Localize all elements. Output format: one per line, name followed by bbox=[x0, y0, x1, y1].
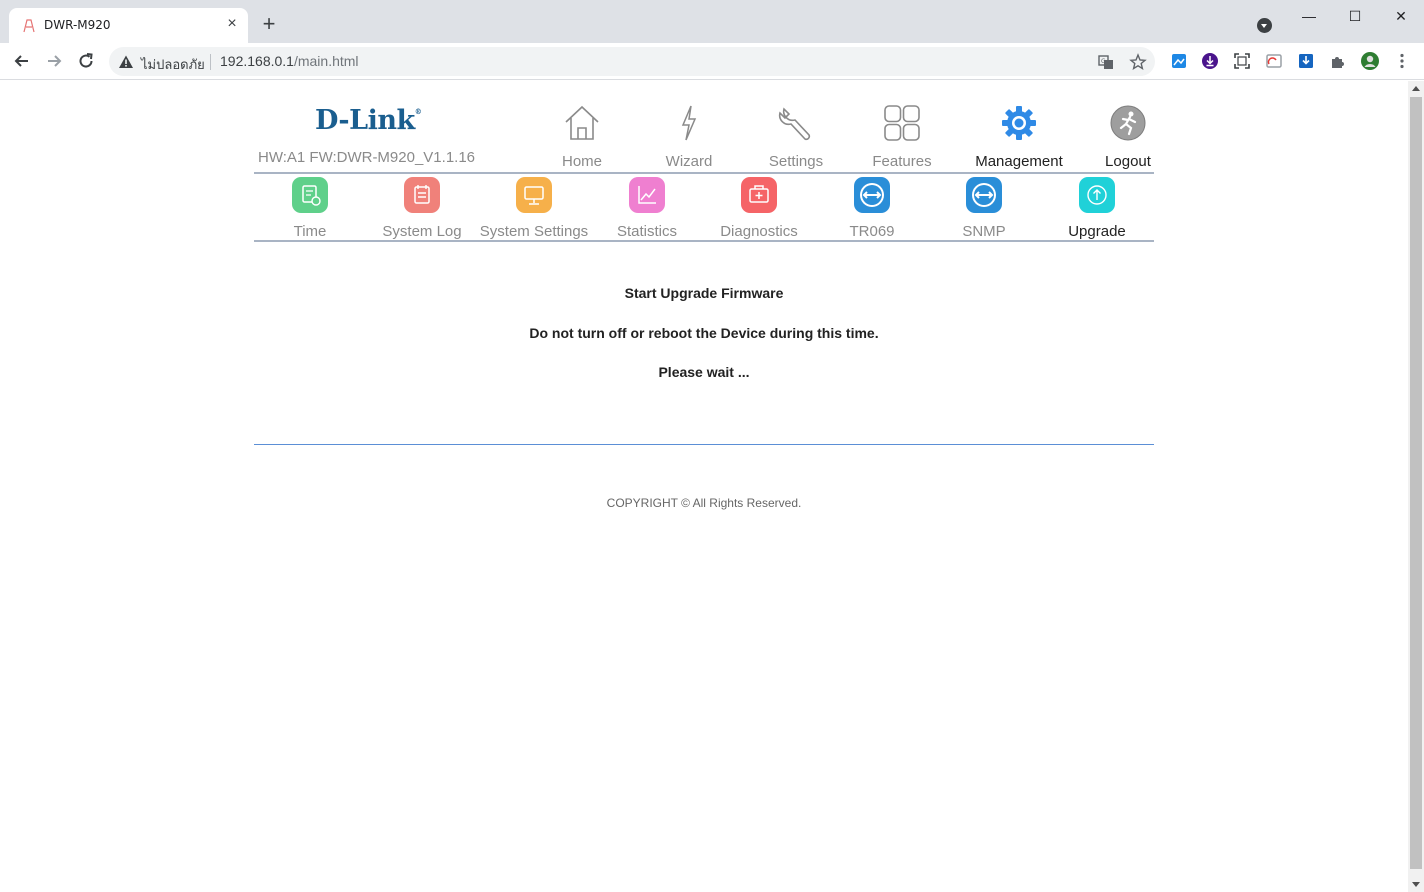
wrench-icon bbox=[778, 107, 811, 141]
top-nav-divider bbox=[254, 172, 1154, 174]
address-bar[interactable]: ไม่ปลอดภัย 192.168.0.1/main.html G bbox=[109, 47, 1155, 76]
subnav-label: SNMP bbox=[962, 223, 1006, 240]
nav-label: Logout bbox=[1105, 153, 1151, 170]
extension-download-icon[interactable] bbox=[1200, 51, 1220, 71]
subnav-time[interactable]: Time bbox=[250, 177, 370, 240]
window-close-button[interactable]: ✕ bbox=[1379, 4, 1423, 28]
bookmark-star-icon[interactable] bbox=[1129, 53, 1147, 71]
nav-label: Wizard bbox=[665, 153, 713, 170]
tab-close-icon[interactable]: × bbox=[224, 16, 240, 32]
subnav-label: Diagnostics bbox=[720, 223, 798, 240]
subnav-tr069[interactable]: TR069 bbox=[812, 177, 932, 240]
nav-label: Settings bbox=[768, 153, 824, 170]
url-path: /main.html bbox=[293, 53, 359, 69]
upgrade-wait-text: Please wait ... bbox=[658, 364, 750, 380]
page-scrollbar[interactable] bbox=[1408, 81, 1424, 892]
grid-icon bbox=[884, 105, 920, 141]
url-host: 192.168.0.1 bbox=[220, 53, 294, 69]
extension-image-icon[interactable] bbox=[1169, 51, 1189, 71]
logout-icon bbox=[1110, 105, 1146, 141]
nav-label: Features bbox=[872, 153, 932, 170]
browser-tab-strip: DWR-M920 × + — ☐ ✕ bbox=[0, 0, 1424, 43]
subnav-label: System Log bbox=[382, 223, 462, 240]
scroll-up-arrow-icon[interactable] bbox=[1412, 86, 1420, 91]
system-log-icon bbox=[404, 177, 440, 213]
nav-management[interactable]: Management bbox=[969, 103, 1069, 170]
subnav-system-settings[interactable]: System Settings bbox=[474, 177, 594, 240]
forward-icon[interactable] bbox=[44, 51, 64, 71]
time-icon bbox=[292, 177, 328, 213]
upload-icon bbox=[1079, 177, 1115, 213]
nav-settings[interactable]: Settings bbox=[746, 103, 846, 170]
dlink-favicon-icon bbox=[23, 19, 35, 33]
nav-features[interactable]: Features bbox=[852, 103, 952, 170]
home-icon bbox=[565, 105, 599, 140]
content-divider bbox=[254, 444, 1154, 445]
upgrade-warning: Do not turn off or reboot the Device dur… bbox=[529, 325, 879, 341]
subnav-label: Statistics bbox=[616, 223, 677, 240]
warning-icon[interactable] bbox=[118, 54, 134, 70]
browser-menu-icon[interactable] bbox=[1392, 51, 1412, 71]
medkit-icon bbox=[741, 177, 777, 213]
translate-icon[interactable]: G bbox=[1097, 53, 1115, 71]
snmp-icon bbox=[966, 177, 1002, 213]
subnav-statistics[interactable]: Statistics bbox=[587, 177, 707, 240]
tr069-icon bbox=[854, 177, 890, 213]
subnav-label: TR069 bbox=[849, 223, 895, 240]
brand-mark: ® bbox=[414, 107, 422, 116]
window-maximize-button[interactable]: ☐ bbox=[1333, 4, 1377, 28]
subnav-upgrade[interactable]: Upgrade bbox=[1037, 177, 1157, 240]
tab-search-icon[interactable] bbox=[1257, 18, 1272, 33]
browser-toolbar: ไม่ปลอดภัย 192.168.0.1/main.html G bbox=[0, 43, 1424, 80]
scroll-thumb[interactable] bbox=[1410, 97, 1422, 869]
extension-screenshot-icon[interactable] bbox=[1232, 51, 1252, 71]
dlink-logo: D-Link® bbox=[315, 105, 422, 136]
nav-logout[interactable]: Logout bbox=[1078, 103, 1178, 170]
extension-save-icon[interactable] bbox=[1296, 51, 1316, 71]
subnav-system-log[interactable]: System Log bbox=[362, 177, 482, 240]
tab-title: DWR-M920 bbox=[44, 18, 111, 32]
hw-fw-version: HW:A1 FW:DWR-M920_V1.1.16 bbox=[258, 149, 476, 166]
upgrade-title: Start Upgrade Firmware bbox=[624, 285, 784, 301]
copyright-text: COPYRIGHT © All Rights Reserved. bbox=[606, 496, 802, 510]
wizard-icon bbox=[681, 105, 697, 141]
nav-home[interactable]: Home bbox=[532, 103, 632, 170]
reload-icon[interactable] bbox=[76, 51, 96, 71]
svg-text:G: G bbox=[1101, 58, 1106, 65]
router-page: D-Link® HW:A1 FW:DWR-M920_V1.1.16 Home W… bbox=[0, 81, 1408, 892]
subnav-label: Time bbox=[293, 223, 327, 240]
back-icon[interactable] bbox=[12, 51, 32, 71]
gear-icon bbox=[1002, 106, 1036, 140]
chart-icon bbox=[629, 177, 665, 213]
omnibox-separator bbox=[210, 54, 211, 70]
browser-tab[interactable]: DWR-M920 × bbox=[9, 8, 248, 43]
profile-avatar-icon[interactable] bbox=[1360, 51, 1380, 71]
new-tab-button[interactable]: + bbox=[259, 13, 279, 35]
url-text[interactable]: 192.168.0.1/main.html bbox=[220, 53, 359, 69]
nav-label: Home bbox=[561, 153, 602, 170]
extension-cast-icon[interactable] bbox=[1264, 51, 1284, 71]
extensions-puzzle-icon[interactable] bbox=[1328, 51, 1348, 71]
nav-wizard[interactable]: Wizard bbox=[639, 103, 739, 170]
security-label[interactable]: ไม่ปลอดภัย bbox=[141, 54, 205, 75]
sub-nav-divider bbox=[254, 240, 1154, 242]
subnav-snmp[interactable]: SNMP bbox=[924, 177, 1044, 240]
scroll-down-arrow-icon[interactable] bbox=[1412, 882, 1420, 887]
subnav-label: System Settings bbox=[479, 223, 589, 240]
nav-label: Management bbox=[975, 153, 1063, 170]
monitor-icon bbox=[516, 177, 552, 213]
window-minimize-button[interactable]: — bbox=[1287, 4, 1331, 28]
subnav-label: Upgrade bbox=[1068, 223, 1126, 240]
brand-text: D-Link bbox=[315, 105, 415, 136]
subnav-diagnostics[interactable]: Diagnostics bbox=[699, 177, 819, 240]
